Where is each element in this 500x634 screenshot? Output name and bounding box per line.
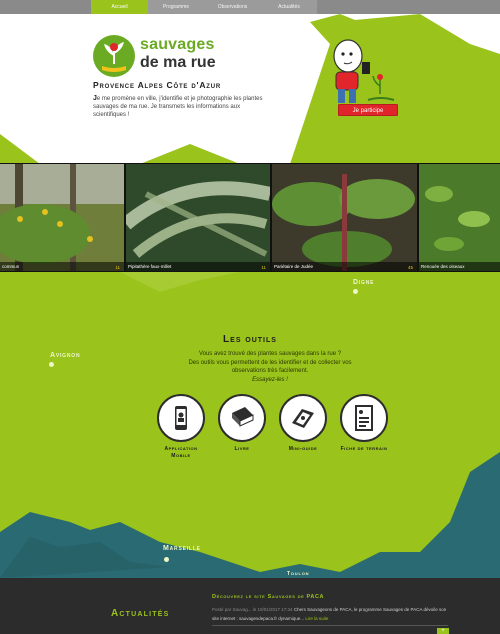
plant-photo-3 — [272, 164, 417, 271]
carousel-photo-4[interactable]: Renouée des oiseaux — [419, 164, 500, 271]
tool-label-mini-guide: Mini-guide — [288, 446, 318, 452]
carousel-photo-1[interactable]: commun 11 — [0, 164, 124, 271]
tool-circle-field-sheet[interactable] — [340, 394, 388, 442]
tools-section-title: Les outils — [223, 334, 277, 345]
tools-description: Vous avez trouvé des plantes sauvages da… — [180, 350, 360, 384]
tools-description-line1: Vous avez trouvé des plantes sauvages da… — [198, 351, 342, 357]
hero-section: sauvages de ma rue Provence Alpes Côte d… — [0, 14, 500, 164]
tool-field-sheet[interactable]: Fiche de terrain — [340, 394, 388, 453]
tool-mini-guide[interactable]: Mini-guide — [279, 394, 327, 453]
plant-photo-1 — [0, 164, 124, 271]
plant-photo-4 — [419, 164, 500, 271]
photo-caption-1: commun — [0, 262, 124, 271]
phone-icon — [175, 406, 187, 430]
news-divider — [212, 625, 448, 626]
field-sheet-icon — [355, 405, 373, 431]
news-item-title[interactable]: Découvrez le site Sauvages de PACA — [212, 594, 324, 600]
news-footer: Actualités Découvrez le site Sauvages de… — [0, 578, 500, 634]
tool-book[interactable]: Livre — [218, 394, 266, 453]
brand-name-line2: de ma rue — [140, 54, 216, 71]
tool-circle-mini-guide[interactable] — [279, 394, 327, 442]
news-item-body: Posté par Sauvag... le 10/01/2017 17:34 … — [212, 605, 448, 623]
photo-count-3: 45 — [407, 265, 413, 270]
nav-item-programme[interactable]: Programme — [148, 0, 204, 14]
hero-background-shape — [0, 14, 500, 164]
region-title: Provence Alpes Côte d'Azur — [93, 80, 222, 90]
photo-count-1: 11 — [115, 265, 120, 270]
intro-body: e me promène en ville, j'identifie et je… — [93, 96, 263, 118]
nav-item-observations[interactable]: Observations — [204, 0, 261, 14]
carousel-photo-3[interactable]: Pariétaire de Judée 45 — [272, 164, 417, 271]
news-more-button[interactable]: + — [437, 628, 449, 634]
mascot-illustration-icon — [333, 39, 395, 103]
city-label-marseille: Marseille — [163, 545, 201, 552]
tool-circle-mobile-app[interactable] — [157, 394, 205, 442]
photo-carousel[interactable]: commun 11 Pipitathère faux-millet 11 Par… — [0, 163, 500, 272]
city-dot-digne — [353, 289, 358, 294]
nav-item-actualites[interactable]: Actualités — [261, 0, 317, 14]
city-label-avignon: Avignon — [50, 352, 81, 359]
plant-photo-2 — [126, 164, 270, 271]
nav-item-accueil[interactable]: Accueil — [91, 0, 148, 14]
tools-description-line3: Essayez-les ! — [252, 376, 288, 383]
city-label-digne: Digne — [353, 279, 375, 286]
news-section-title: Actualités — [111, 608, 170, 619]
brand-name-line1: sauvages — [140, 36, 215, 53]
sauvages-logo-icon — [93, 35, 135, 77]
tool-label-field-sheet: Fiche de terrain — [340, 446, 388, 452]
photo-count-2: 11 — [261, 265, 266, 270]
nav-bar: Accueil Programme Observations Actualité… — [91, 0, 317, 14]
news-read-more-link[interactable]: Lire la suite — [305, 616, 328, 621]
tool-label-book: Livre — [234, 446, 250, 452]
book-icon — [232, 407, 254, 427]
tool-label-mobile-app: Application Mobile — [164, 446, 198, 459]
mini-guide-icon — [292, 409, 314, 428]
photo-caption-2: Pipitathère faux-millet — [126, 262, 270, 271]
tool-mobile-app[interactable]: Application Mobile — [157, 394, 205, 460]
photo-caption-4: Renouée des oiseaux — [419, 262, 500, 271]
city-dot-marseille — [164, 557, 169, 562]
intro-text: Je me promène en ville, j'identifie et j… — [93, 95, 273, 119]
participate-button[interactable]: Je participe — [338, 104, 398, 116]
photo-caption-3: Pariétaire de Judée — [272, 262, 417, 271]
top-navigation: Accueil Programme Observations Actualité… — [0, 0, 500, 14]
tools-description-line2: Des outils vous permettent de les identi… — [188, 359, 352, 375]
city-label-toulon: Toulon — [287, 571, 310, 577]
tool-circle-book[interactable] — [218, 394, 266, 442]
carousel-photo-2[interactable]: Pipitathère faux-millet 11 — [126, 164, 270, 271]
news-item-meta: Posté par Sauvag... le 10/01/2017 17:34 — [212, 607, 293, 612]
city-dot-avignon — [49, 362, 54, 367]
